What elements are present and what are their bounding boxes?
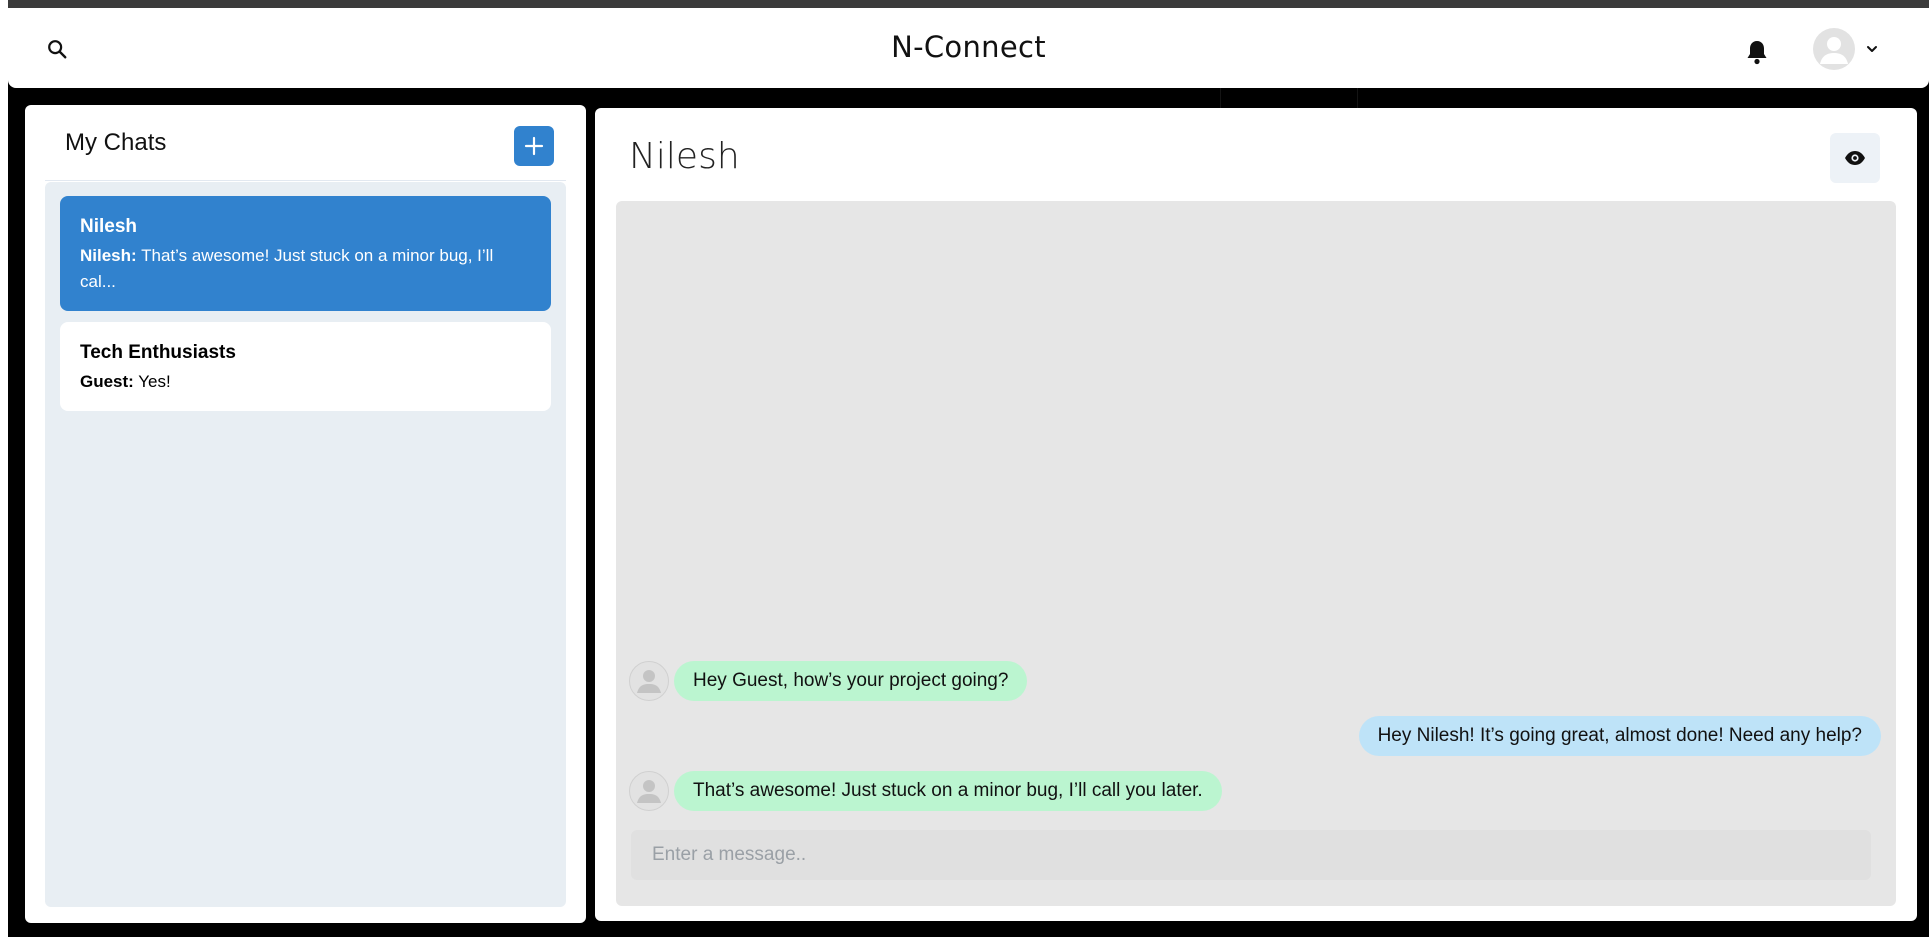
user-avatar-icon xyxy=(1820,37,1848,64)
my-chats-header: My Chats xyxy=(25,105,586,181)
divider xyxy=(45,180,566,181)
chat-latest-sender: Guest: xyxy=(80,372,134,391)
sender-avatar[interactable] xyxy=(629,771,669,811)
message-row-outgoing: Hey Nilesh! It’s going great, almost don… xyxy=(1358,716,1881,756)
chat-list: Nilesh Nilesh: That’s awesome! Just stuc… xyxy=(45,182,566,907)
chat-list-item-tech-enthusiasts[interactable]: Tech Enthusiasts Guest: Yes! xyxy=(60,322,551,411)
chevron-down-icon xyxy=(1867,46,1877,52)
eye-icon xyxy=(1845,151,1865,165)
user-avatar-icon xyxy=(637,670,661,693)
app-frame: N-Connect My Chats Nilesh Nilesh: That’s… xyxy=(8,0,1929,937)
messages-area: Hey Guest, how’s your project going? Hey… xyxy=(616,201,1896,906)
plus-icon xyxy=(524,136,544,156)
my-chats-title: My Chats xyxy=(65,129,167,156)
chat-name: Tech Enthusiasts xyxy=(80,342,236,363)
message-bubble: Hey Nilesh! It’s going great, almost don… xyxy=(1358,716,1881,756)
profile-menu-button[interactable] xyxy=(1813,26,1893,72)
my-chats-panel: My Chats Nilesh Nilesh: That’s awesome! … xyxy=(25,105,586,923)
message-bubble: That’s awesome! Just stuck on a minor bu… xyxy=(674,771,1222,811)
avatar xyxy=(1813,28,1855,70)
background-decoration xyxy=(1220,88,1221,108)
chat-latest-text: Yes! xyxy=(138,372,171,391)
new-group-chat-button[interactable] xyxy=(514,126,554,166)
bell-icon xyxy=(1747,41,1767,65)
app-title: N-Connect xyxy=(891,30,1046,64)
chat-latest-message: Nilesh: That’s awesome! Just stuck on a … xyxy=(80,243,531,295)
message-bubble: Hey Guest, how’s your project going? xyxy=(674,661,1028,701)
message-row-incoming: Hey Guest, how’s your project going? xyxy=(629,661,1028,701)
top-header: N-Connect xyxy=(8,8,1929,88)
message-input[interactable] xyxy=(631,830,1871,880)
notifications-button[interactable] xyxy=(1737,32,1777,72)
sender-avatar[interactable] xyxy=(629,661,669,701)
view-profile-button[interactable] xyxy=(1830,133,1880,183)
chat-name: Nilesh xyxy=(80,216,138,237)
chat-latest-text: That’s awesome! Just stuck on a minor bu… xyxy=(80,246,494,291)
browser-top-edge xyxy=(8,0,1929,8)
conversation-panel: Nilesh Hey Guest, how’s your project goi… xyxy=(595,108,1917,921)
chat-latest-sender: Nilesh: xyxy=(80,246,137,265)
message-row-incoming: That’s awesome! Just stuck on a minor bu… xyxy=(629,771,1222,811)
chat-latest-message: Guest: Yes! xyxy=(80,369,531,395)
background-decoration xyxy=(1357,88,1358,108)
user-avatar-icon xyxy=(637,780,661,803)
conversation-title: Nilesh xyxy=(629,136,740,177)
chat-list-item-nilesh[interactable]: Nilesh Nilesh: That’s awesome! Just stuc… xyxy=(60,196,551,311)
